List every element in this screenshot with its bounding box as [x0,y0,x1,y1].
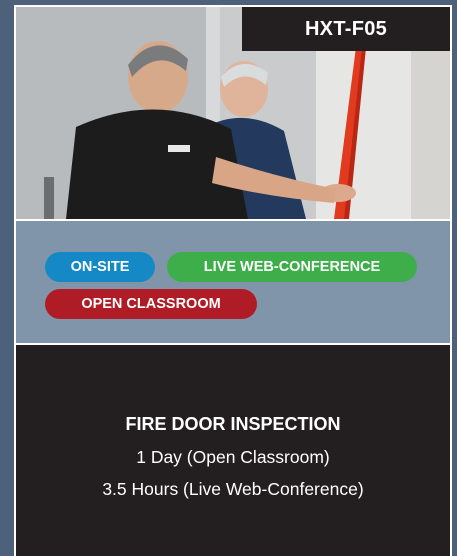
badge-on-site[interactable]: ON-SITE [45,252,155,282]
delivery-badges: ON-SITE LIVE WEB-CONFERENCE OPEN CLASSRO… [16,221,450,343]
course-title: FIRE DOOR INSPECTION [125,414,341,434]
course-info: FIRE DOOR INSPECTION 1 Day (Open Classro… [16,345,450,556]
course-card[interactable]: HXT-F05 ON-SITE LIVE WEB-CONFERENCE OPEN… [14,5,452,556]
badge-live-web-conference[interactable]: LIVE WEB-CONFERENCE [167,252,417,282]
duration-web: 3.5 Hours (Live Web-Conference) [102,479,364,499]
duration-classroom: 1 Day (Open Classroom) [136,447,330,467]
course-code: HXT-F05 [242,7,450,51]
course-photo: HXT-F05 [16,7,450,219]
badge-open-classroom[interactable]: OPEN CLASSROOM [45,289,257,319]
